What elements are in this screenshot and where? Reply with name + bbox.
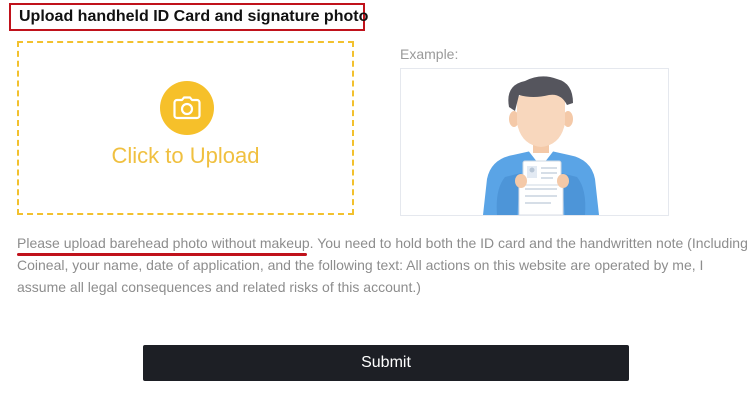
highlight-underline bbox=[17, 253, 307, 256]
section-title: Upload handheld ID Card and signature ph… bbox=[9, 3, 368, 31]
upload-instructions: Please upload barehead photo without mak… bbox=[17, 232, 748, 298]
example-image bbox=[400, 68, 669, 216]
upload-dropzone[interactable]: Click to Upload bbox=[17, 41, 354, 215]
camera-icon bbox=[160, 81, 214, 135]
submit-button[interactable]: Submit bbox=[143, 345, 629, 381]
upload-label: Click to Upload bbox=[111, 143, 260, 168]
example-label: Example: bbox=[400, 46, 459, 62]
person-holding-id-illustration bbox=[483, 76, 599, 216]
barehead-requirement: Please upload barehead photo without mak… bbox=[17, 235, 314, 251]
